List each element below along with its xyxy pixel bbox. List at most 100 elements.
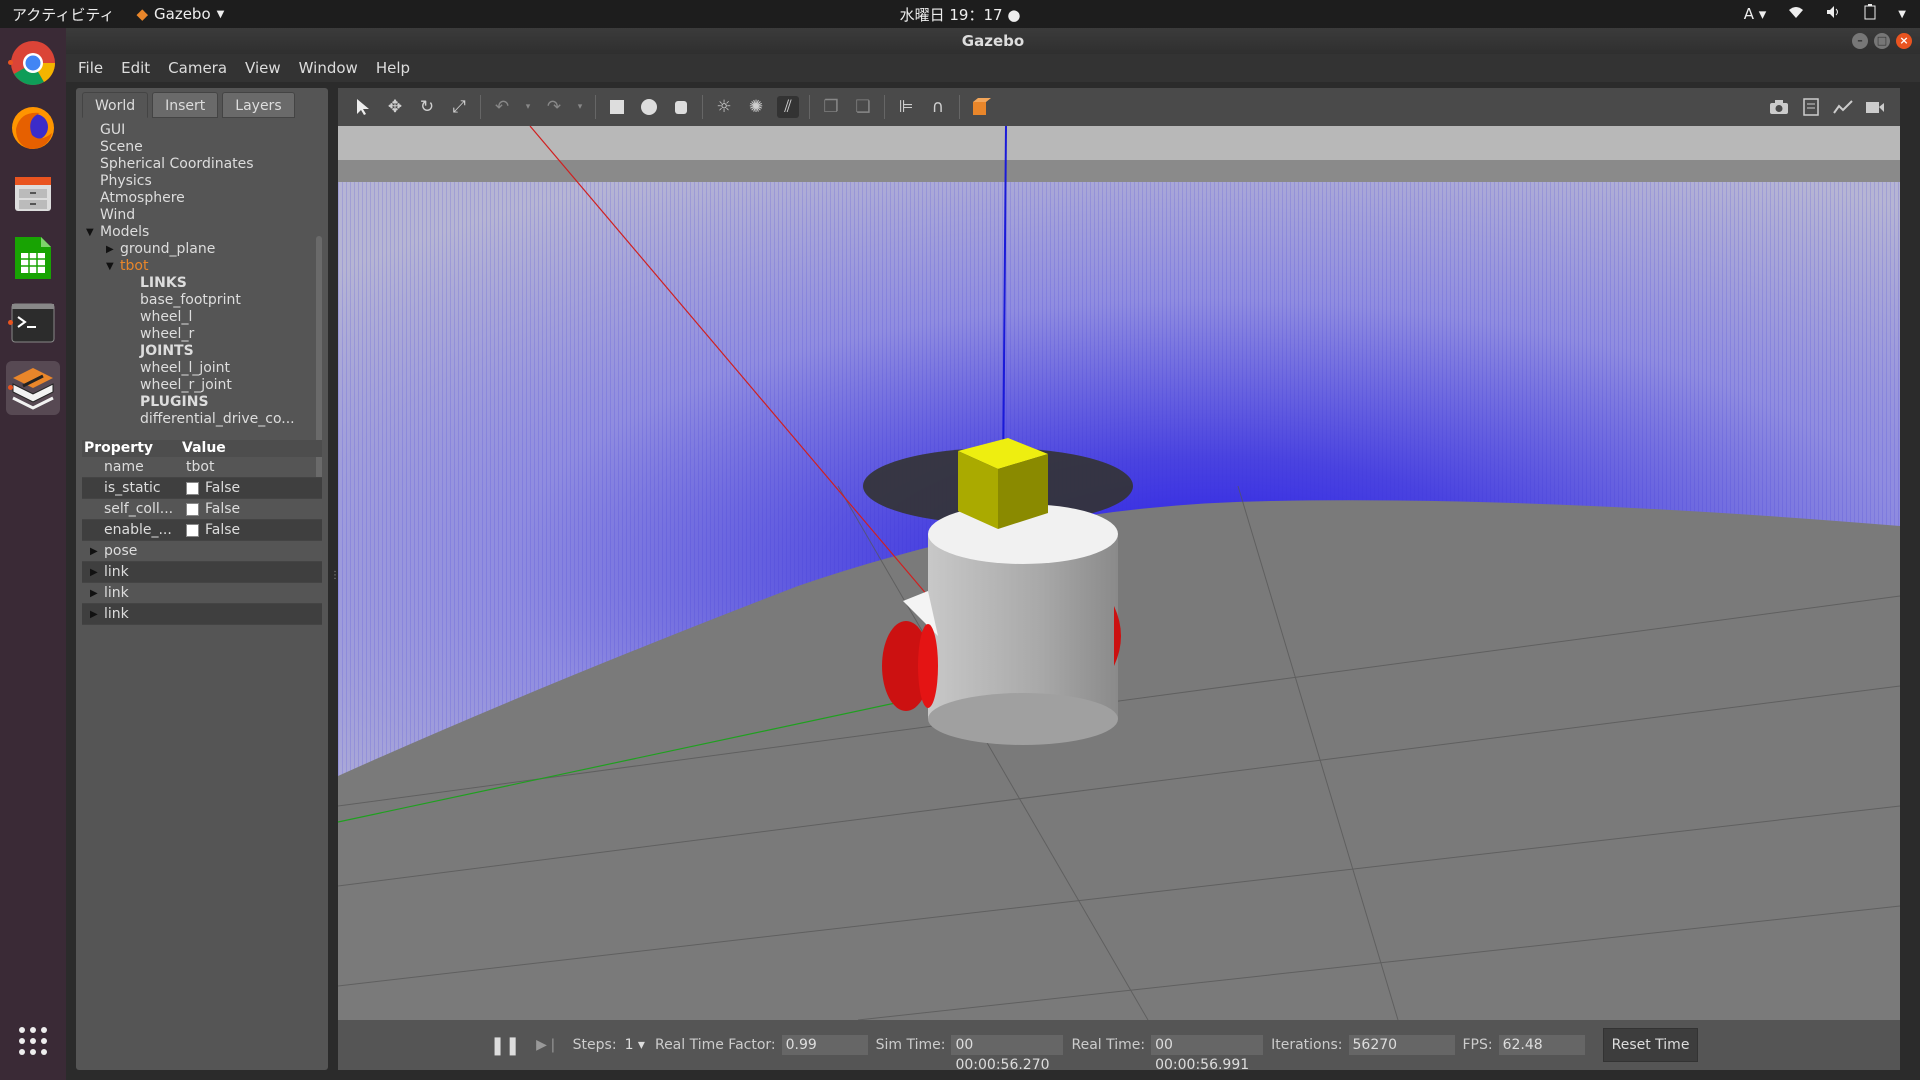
box-shape-icon[interactable] [606,96,628,118]
tab-world[interactable]: World [82,92,149,118]
expand-arrow-icon[interactable]: ▶ [90,609,100,620]
select-mode-icon[interactable] [352,96,374,118]
pause-icon[interactable]: ❚❚ [490,1035,520,1056]
firefox-launcher[interactable] [6,101,60,155]
property-group[interactable]: ▶ link [82,604,322,625]
tree-item-label: GUI [100,122,126,138]
property-group[interactable]: ▶ link [82,562,322,583]
activities-button[interactable]: アクティビティ [12,4,114,25]
redo-icon[interactable]: ↷ [543,96,565,118]
property-checkbox[interactable] [186,523,199,537]
input-method-indicator[interactable]: A ▾ [1744,5,1767,23]
tree-item[interactable]: differential_drive_co... [76,411,320,428]
directional-light-icon[interactable]: ⫽ [777,96,799,118]
scene-viewport[interactable] [338,126,1900,1020]
clock[interactable]: 水曜日 19：17 [900,6,1003,24]
tree-item[interactable]: GUI [76,122,320,139]
tree-item[interactable]: Physics [76,173,320,190]
property-group[interactable]: ▶ link [82,583,322,604]
tree-item-label: tbot [120,258,149,274]
log-data-icon[interactable] [1800,96,1822,118]
property-checkbox[interactable] [186,481,199,495]
cylinder-shape-icon[interactable] [670,96,692,118]
tree-item[interactable]: PLUGINS [76,394,320,411]
tree-item[interactable]: JOINTS [76,343,320,360]
property-table: Property Value name tbot is_static False sel… [82,440,322,625]
menu-view[interactable]: View [245,59,281,77]
spreadsheet-launcher[interactable] [6,231,60,285]
window-titlebar[interactable]: Gazebo – □ × [66,28,1920,54]
gazebo-launcher[interactable] [6,361,60,415]
minimize-button[interactable]: – [1852,33,1868,49]
terminal-launcher[interactable] [6,296,60,350]
panel-splitter[interactable]: ⋮ [330,570,340,588]
scene-render[interactable] [338,126,1900,1020]
scale-mode-icon[interactable]: ⤢ [448,96,470,118]
expand-arrow-icon[interactable]: ▶ [90,567,100,578]
snap-icon[interactable]: ∩ [927,96,949,118]
property-group[interactable]: ▶ pose [82,541,322,562]
redo-history-chevron-icon[interactable]: ▾ [575,96,585,118]
tree-item[interactable]: Spherical Coordinates [76,156,320,173]
tab-insert[interactable]: Insert [152,92,219,118]
tab-layers[interactable]: Layers [222,92,295,118]
spot-light-icon[interactable]: ✺ [745,96,767,118]
collapse-arrow-icon[interactable]: ▼ [86,224,96,241]
close-button[interactable]: × [1896,33,1912,49]
tree-item[interactable]: wheel_l_joint [76,360,320,377]
scene-toolbar: ✥ ↻ ⤢ ↶ ▾ ↷ ▾ ☼ ✺ ⫽ ❐ ❏ ⊫ ∩ [338,88,1900,126]
align-icon[interactable]: ⊫ [895,96,917,118]
collapse-arrow-icon[interactable]: ▼ [106,258,116,275]
show-applications-button[interactable] [6,1014,60,1068]
undo-icon[interactable]: ↶ [491,96,513,118]
tree-item[interactable]: ▶ ground_plane [76,241,320,258]
app-menu[interactable]: ◆ Gazebo ▼ [136,5,224,23]
property-checkbox[interactable] [186,502,199,516]
menu-edit[interactable]: Edit [121,59,150,77]
sphere-shape-icon[interactable] [638,96,660,118]
copy-icon[interactable]: ❐ [820,96,842,118]
property-value[interactable]: tbot [182,459,322,475]
reset-time-button[interactable]: Reset Time [1602,1028,1699,1062]
plot-icon[interactable] [1832,96,1854,118]
menu-help[interactable]: Help [376,59,410,77]
change-view-angle-icon[interactable] [970,96,992,118]
property-key: enable_... [104,522,172,538]
files-launcher[interactable] [6,166,60,220]
iterations-value: 56270 [1348,1035,1455,1055]
steps-spinner[interactable]: 1 ▾ [625,1037,645,1053]
point-light-icon[interactable]: ☼ [713,96,735,118]
undo-history-chevron-icon[interactable]: ▾ [523,96,533,118]
translate-mode-icon[interactable]: ✥ [384,96,406,118]
tree-item[interactable]: wheel_r_joint [76,377,320,394]
battery-icon[interactable] [1864,4,1876,24]
screenshot-camera-icon[interactable] [1768,96,1790,118]
tree-item[interactable]: Wind [76,207,320,224]
property-value-text: False [205,501,241,517]
tree-item[interactable]: wheel_l [76,309,320,326]
wifi-icon[interactable] [1788,5,1804,23]
menu-camera[interactable]: Camera [168,59,227,77]
system-menu-chevron-icon[interactable]: ▼ [1898,9,1906,20]
tree-item[interactable]: LINKS [76,275,320,292]
menu-window[interactable]: Window [299,59,358,77]
tree-item-label: wheel_r [140,326,195,342]
tree-item[interactable]: ▼ Models [76,224,320,241]
volume-icon[interactable] [1826,5,1842,23]
expand-arrow-icon[interactable]: ▶ [106,241,116,258]
chrome-launcher[interactable] [6,36,60,90]
expand-arrow-icon[interactable]: ▶ [90,546,100,557]
tree-item[interactable]: ▼ tbot [76,258,320,275]
rotate-mode-icon[interactable]: ↻ [416,96,438,118]
tree-item[interactable]: Atmosphere [76,190,320,207]
step-icon[interactable]: ▶❘ [536,1037,559,1053]
paste-icon[interactable]: ❏ [852,96,874,118]
expand-arrow-icon[interactable]: ▶ [90,588,100,599]
tree-item[interactable]: Scene [76,139,320,156]
steps-label: Steps: [572,1037,617,1053]
tree-item[interactable]: wheel_r [76,326,320,343]
maximize-button[interactable]: □ [1874,33,1890,49]
record-video-icon[interactable] [1864,96,1886,118]
menu-file[interactable]: File [78,59,103,77]
tree-item[interactable]: base_footprint [76,292,320,309]
